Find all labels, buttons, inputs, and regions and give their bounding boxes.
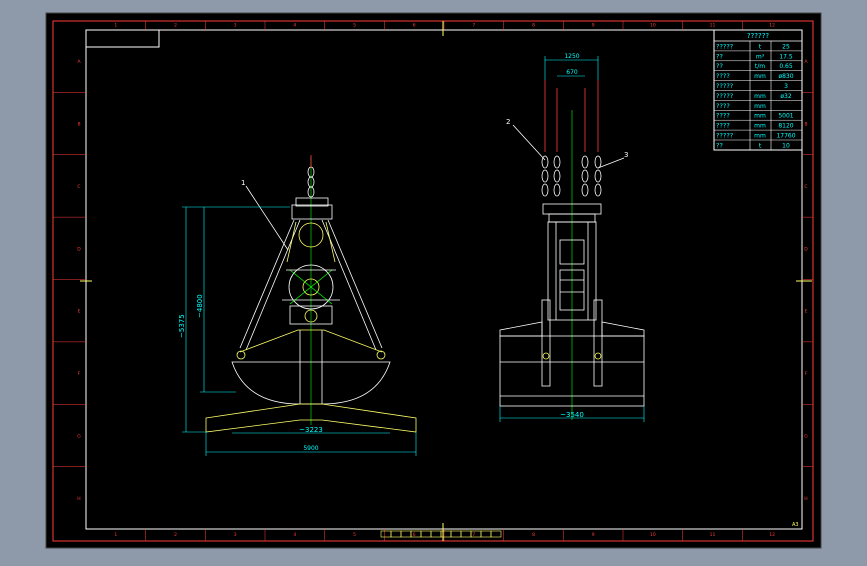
zone-column-label: 9 <box>592 23 595 29</box>
zone-column-label: 3 <box>234 532 237 538</box>
zone-row-label: F <box>78 371 81 377</box>
zone-row-label: D <box>804 246 808 252</box>
zone-column-label: 12 <box>769 532 775 538</box>
dim-height-inner: ~4800 <box>196 294 204 318</box>
drawing-canvas[interactable]: 112233445566778899101011111212A AB BC CD DE E… <box>0 0 867 562</box>
zone-row-label: E <box>805 309 808 315</box>
table-row-label: ????? <box>716 132 733 140</box>
table-row-unit: mm <box>754 113 766 120</box>
zone-row-label: B <box>77 122 80 128</box>
zone-column-label: 1 <box>114 532 117 538</box>
table-row-unit: m³ <box>756 53 765 60</box>
zone-column-label: 7 <box>472 23 475 29</box>
zone-row-label: C <box>804 184 807 190</box>
zone-column-label: 8 <box>532 532 535 538</box>
zone-column-label: 5 <box>353 532 356 538</box>
table-row-value: 17760 <box>776 133 795 140</box>
zone-column-label: 11 <box>710 532 716 538</box>
zone-row-label: B <box>804 122 807 128</box>
zone-column-label: 4 <box>293 23 296 29</box>
table-title: ?????? <box>747 32 770 40</box>
zone-column-label: 4 <box>293 532 296 538</box>
zone-column-label: 5 <box>353 23 356 29</box>
table-row-label: ????? <box>716 42 733 50</box>
table-row-label: ???? <box>716 112 730 120</box>
table-row-label: ???? <box>716 102 730 110</box>
zone-column-label: 8 <box>532 23 535 29</box>
zone-column-label: 3 <box>234 23 237 29</box>
zone-column-label: 2 <box>174 532 177 538</box>
zone-row-label: H <box>804 496 807 502</box>
sheet-size-label: A3 <box>792 522 799 528</box>
callout-3: 3 <box>624 151 628 159</box>
zone-row-label: G <box>804 433 808 439</box>
zone-column-label: 11 <box>710 23 716 29</box>
sheet-background <box>45 12 822 549</box>
table-row-label: ???? <box>716 72 730 80</box>
zone-row-label: C <box>77 184 80 190</box>
cad-drawing-window: 1 1 2 2 3 3 4 4 5 5 6 6 7 7 8 8 9 9 10 10 11 11 12 12 A A B B C C D D E E… <box>0 0 867 562</box>
table-row-unit: mm <box>754 133 766 140</box>
table-row-value: 25 <box>782 43 790 50</box>
zone-column-label: 1 <box>114 23 117 29</box>
zone-row-label: G <box>77 433 81 439</box>
table-row-value: 8120 <box>778 123 793 130</box>
table-row-value: 0.65 <box>779 63 793 70</box>
zone-row-label: D <box>77 246 81 252</box>
table-row-label: ?? <box>716 141 723 149</box>
zone-row-label: E <box>78 309 81 315</box>
table-row-label: ????? <box>716 92 733 100</box>
zone-column-label: 2 <box>174 23 177 29</box>
table-row-value: 10 <box>782 142 790 149</box>
table-row-unit: mm <box>754 73 766 80</box>
zone-column-label: 9 <box>592 532 595 538</box>
table-row-value: 3 <box>784 83 788 90</box>
table-row-label: ???? <box>716 122 730 130</box>
table-row-label: ????? <box>716 82 733 90</box>
table-row-unit: mm <box>754 93 766 100</box>
dim-top-inner: 670 <box>566 69 578 76</box>
zone-column-label: 12 <box>769 23 775 29</box>
table-row-unit: mm <box>754 103 766 110</box>
table-row-label: ?? <box>716 62 723 70</box>
table-row-unit: mm <box>754 123 766 130</box>
zone-row-label: F <box>805 371 808 377</box>
table-row-label: ?? <box>716 52 723 60</box>
callout-1: 1 <box>241 179 245 187</box>
dim-width-open: 5900 <box>303 445 318 452</box>
dim-width-right: ~3540 <box>560 411 584 419</box>
table-row-value: 5001 <box>778 113 793 120</box>
dim-width-closed: ~3223 <box>299 426 323 434</box>
dim-height-outer: ~5375 <box>178 314 186 338</box>
callout-2: 2 <box>506 118 510 126</box>
zone-column-label: 10 <box>650 532 656 538</box>
table-row-value: ø32 <box>780 93 791 100</box>
table-row-unit: t/m <box>755 63 765 70</box>
zone-column-label: 10 <box>650 23 656 29</box>
dim-top-outer: 1250 <box>564 53 579 60</box>
table-row-value: 17.5 <box>779 53 793 60</box>
table-row-value: ø830 <box>778 73 793 80</box>
zone-column-label: 6 <box>413 23 416 29</box>
zone-row-label: H <box>77 496 80 502</box>
